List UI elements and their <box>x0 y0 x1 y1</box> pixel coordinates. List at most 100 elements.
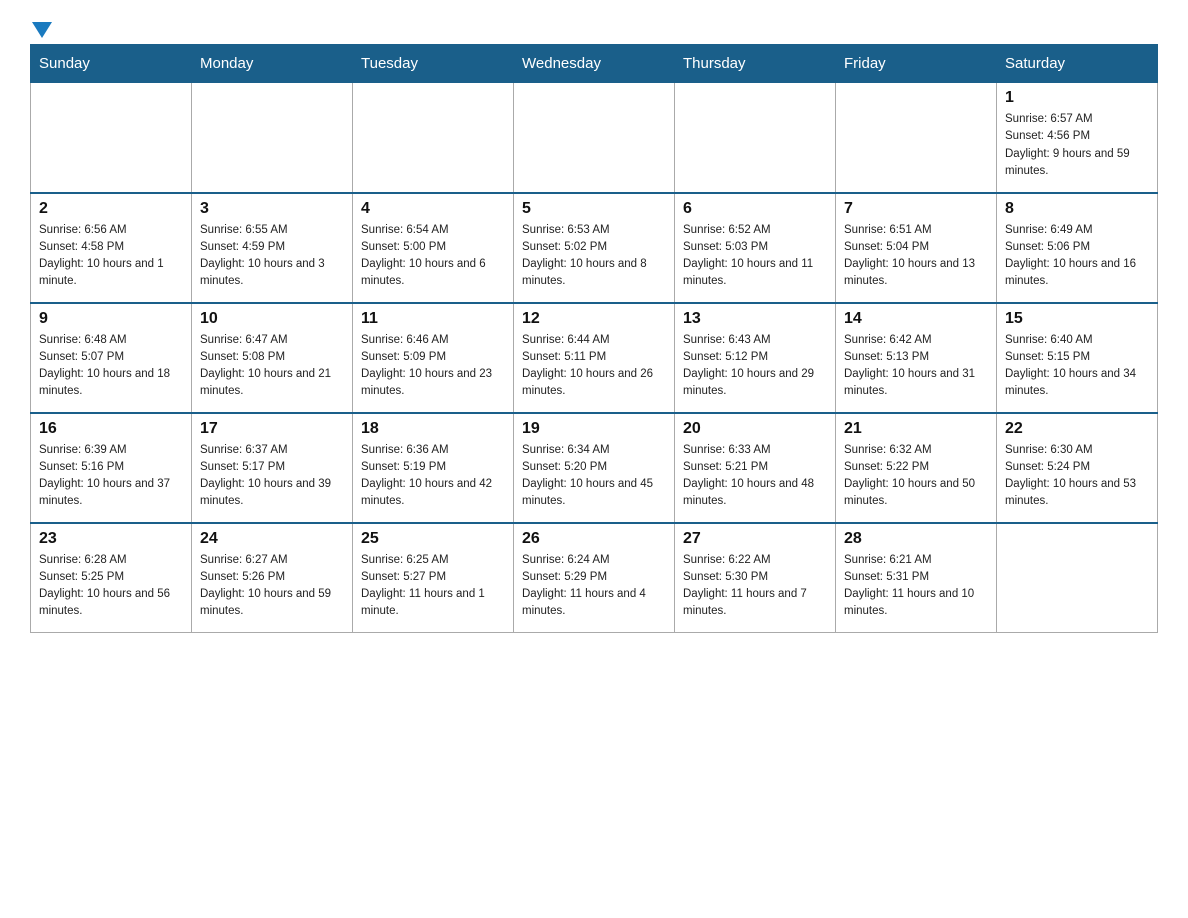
calendar-cell <box>675 83 836 193</box>
calendar-cell: 12 Sunrise: 6:44 AMSunset: 5:11 PMDayligh… <box>514 303 675 413</box>
day-info: Sunrise: 6:21 AMSunset: 5:31 PMDaylight:… <box>844 552 988 621</box>
day-info: Sunrise: 6:39 AMSunset: 5:16 PMDaylight:… <box>39 442 183 511</box>
calendar-cell <box>514 83 675 193</box>
calendar-week-row: 9 Sunrise: 6:48 AMSunset: 5:07 PMDaylight… <box>31 303 1158 413</box>
page-header <box>30 20 1158 34</box>
calendar-cell: 27 Sunrise: 6:22 AMSunset: 5:30 PMDayligh… <box>675 523 836 633</box>
day-number: 17 <box>200 420 344 438</box>
logo-triangle-icon <box>32 22 52 38</box>
day-info: Sunrise: 6:42 AMSunset: 5:13 PMDaylight:… <box>844 332 988 401</box>
calendar-cell <box>836 83 997 193</box>
day-info: Sunrise: 6:24 AMSunset: 5:29 PMDaylight:… <box>522 552 666 621</box>
calendar-cell <box>353 83 514 193</box>
calendar-cell: 2 Sunrise: 6:56 AMSunset: 4:58 PMDaylight… <box>31 193 192 303</box>
calendar-cell: 10Sunrise: 6:47 AMSunset: 5:08 PMDayligh… <box>192 303 353 413</box>
calendar-cell: 14 Sunrise: 6:42 AMSunset: 5:13 PMDayligh… <box>836 303 997 413</box>
day-number: 23 <box>39 530 183 548</box>
calendar-table: SundayMondayTuesdayWednesdayThursdayFrid… <box>30 44 1158 633</box>
day-number: 2 <box>39 200 183 218</box>
day-number: 7 <box>844 200 988 218</box>
day-number: 22 <box>1005 420 1149 438</box>
calendar-header-monday: Monday <box>192 45 353 83</box>
calendar-header-saturday: Saturday <box>997 45 1158 83</box>
calendar-header-row: SundayMondayTuesdayWednesdayThursdayFrid… <box>31 45 1158 83</box>
day-number: 24 <box>200 530 344 548</box>
calendar-cell: 16 Sunrise: 6:39 AMSunset: 5:16 PMDayligh… <box>31 413 192 523</box>
calendar-cell: 17Sunrise: 6:37 AMSunset: 5:17 PMDayligh… <box>192 413 353 523</box>
calendar-cell: 9 Sunrise: 6:48 AMSunset: 5:07 PMDaylight… <box>31 303 192 413</box>
day-info: Sunrise: 6:25 AMSunset: 5:27 PMDaylight:… <box>361 552 505 621</box>
day-info: Sunrise: 6:48 AMSunset: 5:07 PMDaylight:… <box>39 332 183 401</box>
calendar-cell: 21 Sunrise: 6:32 AMSunset: 5:22 PMDayligh… <box>836 413 997 523</box>
calendar-cell: 6 Sunrise: 6:52 AMSunset: 5:03 PMDaylight… <box>675 193 836 303</box>
day-info: Sunrise: 6:49 AMSunset: 5:06 PMDaylight:… <box>1005 222 1149 291</box>
calendar-cell: 23Sunrise: 6:28 AMSunset: 5:25 PMDayligh… <box>31 523 192 633</box>
day-info: Sunrise: 6:30 AMSunset: 5:24 PMDaylight:… <box>1005 442 1149 511</box>
day-info: Sunrise: 6:56 AMSunset: 4:58 PMDaylight:… <box>39 222 183 291</box>
calendar-header-tuesday: Tuesday <box>353 45 514 83</box>
logo <box>30 20 54 34</box>
day-number: 8 <box>1005 200 1149 218</box>
day-number: 26 <box>522 530 666 548</box>
calendar-cell: 7 Sunrise: 6:51 AMSunset: 5:04 PMDaylight… <box>836 193 997 303</box>
day-number: 12 <box>522 310 666 328</box>
day-info: Sunrise: 6:53 AMSunset: 5:02 PMDaylight:… <box>522 222 666 291</box>
day-number: 1 <box>1005 89 1149 107</box>
calendar-cell: 19Sunrise: 6:34 AMSunset: 5:20 PMDayligh… <box>514 413 675 523</box>
calendar-cell: 18 Sunrise: 6:36 AMSunset: 5:19 PMDayligh… <box>353 413 514 523</box>
calendar-cell: 13 Sunrise: 6:43 AMSunset: 5:12 PMDayligh… <box>675 303 836 413</box>
calendar-header-friday: Friday <box>836 45 997 83</box>
day-number: 18 <box>361 420 505 438</box>
calendar-cell: 26 Sunrise: 6:24 AMSunset: 5:29 PMDayligh… <box>514 523 675 633</box>
calendar-header-sunday: Sunday <box>31 45 192 83</box>
day-info: Sunrise: 6:33 AMSunset: 5:21 PMDaylight:… <box>683 442 827 511</box>
calendar-header-wednesday: Wednesday <box>514 45 675 83</box>
calendar-cell: 4 Sunrise: 6:54 AMSunset: 5:00 PMDaylight… <box>353 193 514 303</box>
day-number: 16 <box>39 420 183 438</box>
day-info: Sunrise: 6:47 AMSunset: 5:08 PMDaylight:… <box>200 332 344 401</box>
day-number: 11 <box>361 310 505 328</box>
calendar-cell: 20 Sunrise: 6:33 AMSunset: 5:21 PMDayligh… <box>675 413 836 523</box>
day-info: Sunrise: 6:43 AMSunset: 5:12 PMDaylight:… <box>683 332 827 401</box>
calendar-cell: 1 Sunrise: 6:57 AMSunset: 4:56 PMDaylight… <box>997 83 1158 193</box>
day-info: Sunrise: 6:22 AMSunset: 5:30 PMDaylight:… <box>683 552 827 621</box>
day-number: 6 <box>683 200 827 218</box>
day-number: 27 <box>683 530 827 548</box>
calendar-week-row: 1 Sunrise: 6:57 AMSunset: 4:56 PMDaylight… <box>31 83 1158 193</box>
day-number: 19 <box>522 420 666 438</box>
day-number: 9 <box>39 310 183 328</box>
day-number: 15 <box>1005 310 1149 328</box>
day-number: 25 <box>361 530 505 548</box>
day-info: Sunrise: 6:57 AMSunset: 4:56 PMDaylight:… <box>1005 111 1149 180</box>
day-info: Sunrise: 6:51 AMSunset: 5:04 PMDaylight:… <box>844 222 988 291</box>
day-number: 3 <box>200 200 344 218</box>
day-number: 21 <box>844 420 988 438</box>
calendar-cell: 22 Sunrise: 6:30 AMSunset: 5:24 PMDayligh… <box>997 413 1158 523</box>
day-info: Sunrise: 6:44 AMSunset: 5:11 PMDaylight:… <box>522 332 666 401</box>
day-number: 14 <box>844 310 988 328</box>
day-info: Sunrise: 6:27 AMSunset: 5:26 PMDaylight:… <box>200 552 344 621</box>
day-number: 13 <box>683 310 827 328</box>
day-info: Sunrise: 6:55 AMSunset: 4:59 PMDaylight:… <box>200 222 344 291</box>
calendar-cell <box>192 83 353 193</box>
calendar-cell: 15 Sunrise: 6:40 AMSunset: 5:15 PMDayligh… <box>997 303 1158 413</box>
day-number: 28 <box>844 530 988 548</box>
calendar-cell <box>997 523 1158 633</box>
calendar-week-row: 16 Sunrise: 6:39 AMSunset: 5:16 PMDayligh… <box>31 413 1158 523</box>
calendar-cell: 11 Sunrise: 6:46 AMSunset: 5:09 PMDayligh… <box>353 303 514 413</box>
day-info: Sunrise: 6:52 AMSunset: 5:03 PMDaylight:… <box>683 222 827 291</box>
day-number: 20 <box>683 420 827 438</box>
day-info: Sunrise: 6:32 AMSunset: 5:22 PMDaylight:… <box>844 442 988 511</box>
day-info: Sunrise: 6:40 AMSunset: 5:15 PMDaylight:… <box>1005 332 1149 401</box>
calendar-cell: 5 Sunrise: 6:53 AMSunset: 5:02 PMDaylight… <box>514 193 675 303</box>
day-number: 5 <box>522 200 666 218</box>
day-info: Sunrise: 6:54 AMSunset: 5:00 PMDaylight:… <box>361 222 505 291</box>
calendar-week-row: 2 Sunrise: 6:56 AMSunset: 4:58 PMDaylight… <box>31 193 1158 303</box>
calendar-cell: 28 Sunrise: 6:21 AMSunset: 5:31 PMDayligh… <box>836 523 997 633</box>
day-number: 4 <box>361 200 505 218</box>
calendar-week-row: 23Sunrise: 6:28 AMSunset: 5:25 PMDayligh… <box>31 523 1158 633</box>
day-info: Sunrise: 6:36 AMSunset: 5:19 PMDaylight:… <box>361 442 505 511</box>
day-info: Sunrise: 6:46 AMSunset: 5:09 PMDaylight:… <box>361 332 505 401</box>
calendar-cell: 24 Sunrise: 6:27 AMSunset: 5:26 PMDayligh… <box>192 523 353 633</box>
calendar-cell <box>31 83 192 193</box>
